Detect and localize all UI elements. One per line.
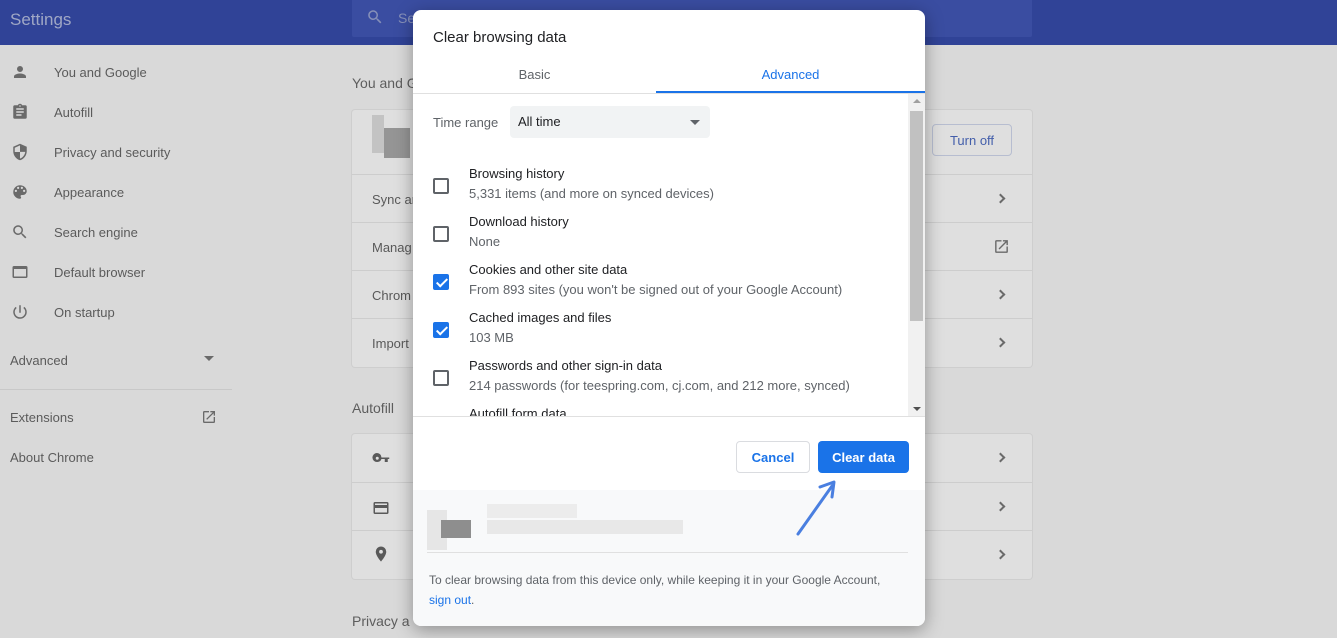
option-label: Download history xyxy=(469,214,569,229)
option-detail: 103 MB xyxy=(469,330,514,345)
footer-divider xyxy=(427,552,908,553)
time-range-select[interactable]: All time xyxy=(510,106,710,138)
scroll-up-arrow-icon[interactable] xyxy=(913,99,921,103)
option-label: Autofill form data xyxy=(469,406,567,416)
dialog-footer: To clear browsing data from this device … xyxy=(413,490,925,626)
time-range-value: All time xyxy=(518,114,561,129)
sign-out-link[interactable]: sign out xyxy=(429,593,471,607)
option-detail: None xyxy=(469,234,501,249)
cancel-button[interactable]: Cancel xyxy=(736,441,810,473)
footer-text: To clear browsing data from this device … xyxy=(429,570,899,610)
option-detail: 5,331 items (and more on synced devices) xyxy=(469,186,714,201)
time-range-label: Time range xyxy=(433,115,499,130)
option-label: Browsing history xyxy=(469,166,565,181)
dialog-scrollbar[interactable] xyxy=(908,94,925,416)
option-detail: From 893 sites (you won't be signed out … xyxy=(469,282,843,297)
download-history-checkbox[interactable] xyxy=(433,226,449,242)
dialog-title: Clear browsing data xyxy=(433,29,567,46)
options-scroll-area[interactable]: Time range All time Browsing history 5,3… xyxy=(413,94,925,416)
cookies-checkbox[interactable] xyxy=(433,274,449,290)
option-cached-images[interactable]: Cached images and files 103 MB xyxy=(413,310,908,358)
footer-message: To clear browsing data from this device … xyxy=(429,573,881,587)
account-name-blur xyxy=(487,504,577,518)
option-autofill-form-data[interactable]: Autofill form data xyxy=(413,406,908,416)
cached-images-checkbox[interactable] xyxy=(433,322,449,338)
option-passwords[interactable]: Passwords and other sign-in data 214 pas… xyxy=(413,358,908,406)
scroll-down-arrow-icon[interactable] xyxy=(913,407,921,411)
buttons-divider xyxy=(413,416,925,417)
option-detail: 214 passwords (for teespring.com, cj.com… xyxy=(469,378,850,393)
annotation-arrow-icon xyxy=(796,480,836,536)
option-cookies[interactable]: Cookies and other site data From 893 sit… xyxy=(413,262,908,310)
passwords-checkbox[interactable] xyxy=(433,370,449,386)
tab-advanced[interactable]: Advanced xyxy=(656,54,925,94)
footer-period: . xyxy=(471,593,475,607)
option-download-history[interactable]: Download history None xyxy=(413,214,908,262)
clear-browsing-data-dialog: Clear browsing data Basic Advanced Time … xyxy=(413,10,925,626)
clear-data-button[interactable]: Clear data xyxy=(818,441,909,473)
scrollbar-thumb[interactable] xyxy=(910,111,923,321)
option-label: Passwords and other sign-in data xyxy=(469,358,662,373)
option-label: Cookies and other site data xyxy=(469,262,628,277)
option-browsing-history[interactable]: Browsing history 5,331 items (and more o… xyxy=(413,166,908,214)
option-label: Cached images and files xyxy=(469,310,612,325)
dropdown-arrow-icon xyxy=(690,120,700,125)
account-email-blur xyxy=(487,520,683,534)
browsing-history-checkbox[interactable] xyxy=(433,178,449,194)
tab-basic[interactable]: Basic xyxy=(413,54,656,94)
account-avatar-blur xyxy=(441,520,471,538)
